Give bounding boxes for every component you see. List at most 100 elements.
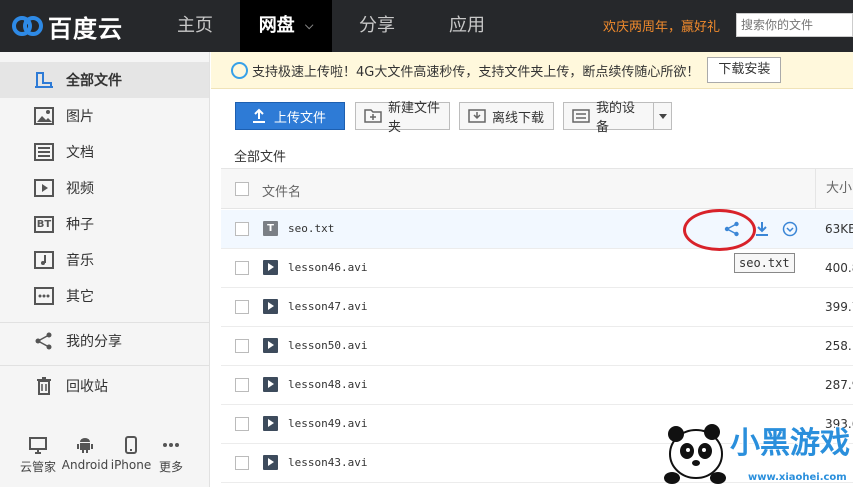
download-install-button[interactable]: 下载安装 [707,57,782,83]
music-icon [34,250,54,270]
share-icon [34,331,54,351]
cloud-logo-icon [10,12,44,40]
sidebar-item-label: 我的分享 [66,334,122,350]
breadcrumb[interactable]: 全部文件 [234,146,286,165]
sidebar-item-label: 全部文件 [66,73,122,89]
sidebar-item-my-shares[interactable]: 我的分享 [0,323,209,359]
file-size: 287.9 [825,378,853,392]
row-checkbox[interactable] [235,456,249,470]
monitor-icon [13,434,63,456]
table-row[interactable]: lesson48.avi 287.9 [221,366,853,405]
nav-netdisk-label: 网盘 [258,15,295,36]
sidebar-item-documents[interactable]: 文档 [0,134,209,170]
sidebar-item-label: 种子 [66,217,94,233]
row-checkbox[interactable] [235,261,249,275]
column-header-name[interactable]: 文件名 [262,181,301,200]
row-checkbox[interactable] [235,378,249,392]
device-list-icon [572,108,590,124]
video-icon [34,178,54,198]
select-all-checkbox[interactable] [235,182,249,196]
android-icon [60,434,110,456]
sidebar-item-images[interactable]: 图片 [0,98,209,134]
sidebar-item-torrents[interactable]: BT 种子 [0,206,209,242]
file-size: 399.7 [825,300,853,314]
video-file-icon [263,455,278,470]
filename-tooltip: seo.txt [734,253,795,273]
row-checkbox[interactable] [235,339,249,353]
nav-share[interactable]: 分享 [332,0,422,52]
sidebar-item-others[interactable]: 其它 [0,278,209,314]
sidebar: 全部文件 图片 文档 视频 BT 种子 音乐 其它 我的分享 回收站 云管家 A… [0,52,210,487]
trash-icon [34,376,54,396]
video-file-icon [263,377,278,392]
highlight-ring [683,209,756,251]
smile-icon [231,61,248,79]
column-header-size[interactable]: 大小 [815,169,853,208]
sidebar-divider [0,365,209,366]
baidu-cloud-logo[interactable]: 百度云 [10,10,123,43]
new-folder-button[interactable]: 新建文件夹 [355,101,450,135]
file-table-header: 文件名 大小 [221,168,853,209]
more-icon [146,434,196,456]
row-checkbox[interactable] [235,222,249,236]
sidebar-item-label: 文档 [66,145,94,161]
all-files-icon [34,70,54,90]
text-file-icon: T [263,221,278,236]
file-size: 400.8 [825,261,853,275]
sidebar-item-label: 视频 [66,181,94,197]
brand-name: 百度云 [48,14,123,43]
bt-icon: BT [33,214,55,234]
top-navigation-bar: 百度云 主页 网盘 ⌵ 分享 应用 欢庆两周年，赢好礼 [0,0,853,52]
table-row[interactable]: lesson50.avi 258.1 [221,327,853,366]
file-name[interactable]: lesson50.avi [288,339,367,352]
file-name[interactable]: seo.txt [288,222,334,235]
file-name[interactable]: lesson47.avi [288,300,367,313]
video-file-icon [263,416,278,431]
upload-file-button[interactable]: 上传文件 [235,102,345,130]
sidebar-item-music[interactable]: 音乐 [0,242,209,278]
my-devices-button[interactable]: 我的设备 [563,101,654,135]
caret-down-icon [658,113,667,119]
video-file-icon [263,338,278,353]
document-icon [34,142,54,162]
chevron-down-icon: ⌵ [304,19,314,32]
sidebar-item-label: 其它 [66,289,94,305]
video-file-icon [263,299,278,314]
search-input[interactable] [736,13,853,37]
device-android[interactable]: Android [60,434,110,472]
notice-text: 支持极速上传啦！4G大文件高速秒传，支持文件夹上传，断点续传随心所欲！ [252,64,700,80]
video-file-icon [263,260,278,275]
device-more[interactable]: 更多 [146,434,196,475]
sidebar-item-videos[interactable]: 视频 [0,170,209,206]
upload-notice-bar: 支持极速上传啦！4G大文件高速秒传，支持文件夹上传，断点续传随心所欲！ 下载安装 [211,52,853,89]
watermark-url: www.xiaohei.com [748,472,847,483]
file-name[interactable]: lesson46.avi [288,261,367,274]
file-name[interactable]: lesson43.avi [288,456,367,469]
device-cloud-manager[interactable]: 云管家 [13,434,63,475]
offline-download-icon [468,108,486,124]
offline-download-button[interactable]: 离线下载 [459,102,554,130]
sidebar-item-label: 音乐 [66,253,94,269]
file-size: 258.1 [825,339,853,353]
file-name[interactable]: lesson48.avi [288,378,367,391]
table-row[interactable]: lesson47.avi 399.7 [221,288,853,327]
upload-icon [250,108,268,124]
image-icon [34,106,54,126]
more-actions-icon[interactable] [781,220,799,238]
file-size: 63KB [825,222,853,236]
nav-netdisk[interactable]: 网盘 ⌵ [240,0,332,52]
my-devices-dropdown-toggle[interactable] [653,102,672,130]
sidebar-item-all-files[interactable]: 全部文件 [0,62,209,98]
row-checkbox[interactable] [235,300,249,314]
watermark: 小黑游戏 www.xiaohei.com [660,418,853,487]
watermark-title: 小黑游戏 [730,426,850,461]
sidebar-item-label: 回收站 [66,379,108,395]
nav-apps[interactable]: 应用 [422,0,512,52]
nav-home[interactable]: 主页 [150,0,240,52]
sidebar-item-recycle-bin[interactable]: 回收站 [0,368,209,404]
sidebar-item-label: 图片 [66,109,94,125]
file-name[interactable]: lesson49.avi [288,417,367,430]
row-checkbox[interactable] [235,417,249,431]
anniversary-promo-link[interactable]: 欢庆两周年，赢好礼 [603,16,720,35]
table-row[interactable]: T seo.txt 63KB [221,210,853,249]
